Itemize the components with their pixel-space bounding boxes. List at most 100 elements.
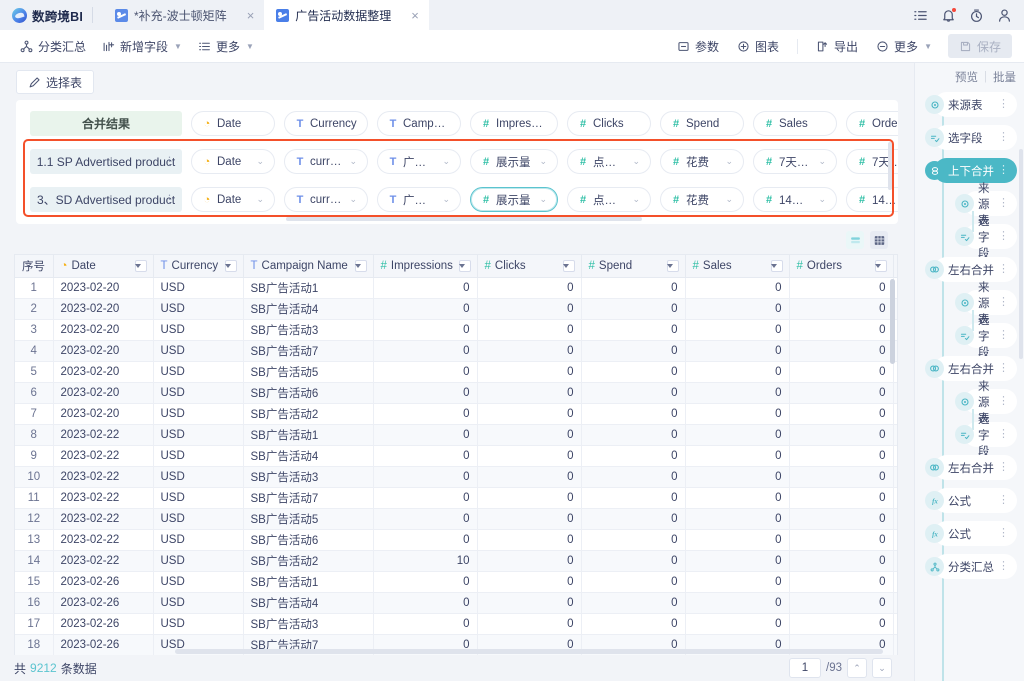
pipeline-step-box[interactable]: 选字段 ⋮ bbox=[934, 125, 1017, 150]
source-field-chip[interactable]: # 点击量 ⌄ bbox=[567, 149, 651, 174]
pipeline-step-menu-icon[interactable]: ⋮ bbox=[998, 495, 1009, 506]
table-row[interactable]: 2 2023-02-20 USD SB广告活动4 0 0 0 0 0 bbox=[15, 298, 897, 320]
mapping-vertical-scrollbar[interactable] bbox=[888, 142, 892, 190]
column-filter-icon[interactable] bbox=[458, 259, 471, 272]
source-field-chip[interactable]: # 14天总... ⌄ bbox=[846, 187, 898, 212]
source-field-chip[interactable]: T 广告活... ⌄ bbox=[377, 187, 461, 212]
pipeline-step-14[interactable]: 分类汇总 ⋮ bbox=[925, 554, 1017, 579]
source-field-chip-selected[interactable]: # 展示量 ⌄ bbox=[470, 187, 558, 212]
pipeline-step-5[interactable]: 左右合并 ⋮ bbox=[925, 257, 1017, 282]
column-filter-icon[interactable] bbox=[874, 259, 887, 272]
column-header-campaign-name[interactable]: T Campaign Name bbox=[243, 255, 374, 278]
pipeline-step-box[interactable]: 左右合并 ⋮ bbox=[934, 455, 1017, 480]
column-header-index[interactable]: 序号 bbox=[15, 255, 54, 278]
pipeline-step-box[interactable]: 分类汇总 ⋮ bbox=[934, 554, 1017, 579]
toolbar-group-summary-button[interactable]: 分类汇总 bbox=[12, 35, 94, 58]
pipeline-step-12[interactable]: fx 公式 ⋮ bbox=[925, 488, 1017, 513]
table-row[interactable]: 6 2023-02-20 USD SB广告活动6 0 0 0 0 0 bbox=[15, 382, 897, 404]
column-header-impressions[interactable]: # Impressions bbox=[373, 255, 478, 278]
save-button[interactable]: 保存 bbox=[947, 34, 1012, 58]
toolbar-parameters-button[interactable]: 参数 bbox=[669, 35, 727, 58]
pipeline-step-11[interactable]: 左右合并 ⋮ bbox=[925, 455, 1017, 480]
pipeline-step-menu-icon[interactable]: ⋮ bbox=[998, 396, 1009, 407]
pipeline-step-7[interactable]: 选字段 ⋮ bbox=[955, 315, 1017, 359]
pipeline-step-box[interactable]: 上下合并 ⋮ bbox=[934, 158, 1017, 183]
pipeline-step-box[interactable]: 左右合并 ⋮ bbox=[934, 356, 1017, 381]
column-header-partial[interactable]: #U bbox=[893, 255, 897, 278]
pipeline-step-8[interactable]: 左右合并 ⋮ bbox=[925, 356, 1017, 381]
table-row[interactable]: 3 2023-02-20 USD SB广告活动3 0 0 0 0 0 bbox=[15, 319, 897, 341]
source-field-chip[interactable]: # 花费 ⌄ bbox=[660, 187, 744, 212]
column-filter-icon[interactable] bbox=[354, 259, 367, 272]
pipeline-step-box[interactable]: 来源表 ⋮ bbox=[934, 92, 1017, 117]
toolbar-more-button[interactable]: 更多 ▼ bbox=[190, 35, 262, 58]
pipeline-step-0[interactable]: 来源表 ⋮ bbox=[925, 92, 1017, 117]
column-filter-icon[interactable] bbox=[562, 259, 575, 272]
tab-close-icon[interactable]: × bbox=[397, 9, 419, 22]
table-row[interactable]: 12 2023-02-22 USD SB广告活动5 0 0 0 0 0 bbox=[15, 508, 897, 530]
column-header-sales[interactable]: # Sales bbox=[685, 255, 790, 278]
column-filter-icon[interactable] bbox=[224, 259, 237, 272]
table-row[interactable]: 7 2023-02-20 USD SB广告活动2 0 0 0 0 0 bbox=[15, 403, 897, 425]
tab-close-icon[interactable]: × bbox=[233, 9, 255, 22]
pipeline-step-menu-icon[interactable]: ⋮ bbox=[998, 561, 1009, 572]
pipeline-step-10[interactable]: 选字段 ⋮ bbox=[955, 414, 1017, 458]
column-header-currency[interactable]: T Currency bbox=[153, 255, 244, 278]
card-view-icon[interactable] bbox=[846, 231, 864, 249]
column-header-date[interactable]: ◔ Date bbox=[53, 255, 154, 278]
pipeline-step-menu-icon[interactable]: ⋮ bbox=[998, 297, 1009, 308]
history-clock-icon[interactable] bbox=[969, 8, 984, 23]
batch-link[interactable]: 批量 bbox=[993, 69, 1016, 85]
table-row[interactable]: 4 2023-02-20 USD SB广告活动7 0 0 0 0 0 bbox=[15, 340, 897, 362]
source-row-menu-icon[interactable]: ⋮ bbox=[164, 156, 175, 167]
tab-boston-matrix[interactable]: *补充-波士顿矩阵 × bbox=[103, 0, 264, 30]
pipeline-step-menu-icon[interactable]: ⋮ bbox=[998, 198, 1009, 209]
source-field-chip[interactable]: T 广告活... ⌄ bbox=[377, 149, 461, 174]
sidebar-vertical-scrollbar[interactable] bbox=[1019, 149, 1023, 359]
table-row[interactable]: 17 2023-02-26 USD SB广告活动3 0 0 0 0 0 bbox=[15, 613, 897, 635]
table-vertical-scrollbar[interactable] bbox=[890, 279, 895, 364]
source-field-chip[interactable]: ◔ Date ⌄ bbox=[191, 187, 275, 212]
page-prev-button[interactable]: ⌃ bbox=[847, 658, 867, 678]
column-filter-icon[interactable] bbox=[134, 259, 147, 272]
source-field-chip[interactable]: # 7天总... ⌄ bbox=[753, 149, 837, 174]
column-header-orders[interactable]: # Orders bbox=[789, 255, 894, 278]
toolbar-more-right-button[interactable]: 更多 ▼ bbox=[868, 35, 940, 58]
source-field-chip[interactable]: # 展示量 ⌄ bbox=[470, 149, 558, 174]
toolbar-export-button[interactable]: 导出 bbox=[808, 35, 866, 58]
table-row[interactable]: 13 2023-02-22 USD SB广告活动6 0 0 0 0 0 bbox=[15, 529, 897, 551]
table-row[interactable]: 5 2023-02-20 USD SB广告活动5 0 0 0 0 0 bbox=[15, 361, 897, 383]
table-row[interactable]: 8 2023-02-22 USD SB广告活动1 0 0 0 0 0 bbox=[15, 424, 897, 446]
pipeline-step-menu-icon[interactable]: ⋮ bbox=[998, 231, 1009, 242]
table-row[interactable]: 10 2023-02-22 USD SB广告活动3 0 0 0 0 0 bbox=[15, 466, 897, 488]
source-field-chip[interactable]: T currency ⌄ bbox=[284, 187, 368, 212]
tab-ad-campaign-data[interactable]: 广告活动数据整理 × bbox=[264, 0, 429, 30]
column-header-clicks[interactable]: # Clicks bbox=[477, 255, 582, 278]
source-table-name-sp[interactable]: 1.1 SP Advertised product ⋮ bbox=[30, 149, 182, 174]
pipeline-step-1[interactable]: 选字段 ⋮ bbox=[925, 125, 1017, 150]
table-row[interactable]: 1 2023-02-20 USD SB广告活动1 0 0 0 0 0 bbox=[15, 277, 897, 299]
pipeline-step-box[interactable]: 公式 ⋮ bbox=[934, 488, 1017, 513]
table-row[interactable]: 14 2023-02-22 USD SB广告活动2 10 0 0 0 0 bbox=[15, 550, 897, 572]
column-filter-icon[interactable] bbox=[770, 259, 783, 272]
page-number-input[interactable] bbox=[789, 658, 821, 678]
user-account-icon[interactable] bbox=[997, 8, 1012, 23]
source-field-chip[interactable]: # 花费 ⌄ bbox=[660, 149, 744, 174]
source-table-name-sd[interactable]: 3、SD Advertised product ⋮ bbox=[30, 187, 182, 212]
pipeline-step-13[interactable]: fx 公式 ⋮ bbox=[925, 521, 1017, 546]
source-row-menu-icon[interactable]: ⋮ bbox=[164, 194, 175, 205]
pipeline-step-menu-icon[interactable]: ⋮ bbox=[998, 132, 1009, 143]
select-table-button[interactable]: 选择表 bbox=[16, 70, 95, 94]
pipeline-step-menu-icon[interactable]: ⋮ bbox=[998, 462, 1009, 473]
pipeline-step-box[interactable]: 公式 ⋮ bbox=[934, 521, 1017, 546]
pipeline-step-menu-icon[interactable]: ⋮ bbox=[998, 528, 1009, 539]
table-row[interactable]: 15 2023-02-26 USD SB广告活动1 0 0 0 0 0 bbox=[15, 571, 897, 593]
pipeline-step-2[interactable]: 上下合并 ⋮ bbox=[925, 158, 1017, 183]
source-field-chip[interactable]: ◔ Date ⌄ bbox=[191, 149, 275, 174]
column-filter-icon[interactable] bbox=[666, 259, 679, 272]
table-row[interactable]: 9 2023-02-22 USD SB广告活动4 0 0 0 0 0 bbox=[15, 445, 897, 467]
source-field-chip[interactable]: T currency ⌄ bbox=[284, 149, 368, 174]
pipeline-step-menu-icon[interactable]: ⋮ bbox=[998, 264, 1009, 275]
grid-view-icon[interactable] bbox=[870, 231, 888, 249]
pipeline-step-menu-icon[interactable]: ⋮ bbox=[998, 429, 1009, 440]
